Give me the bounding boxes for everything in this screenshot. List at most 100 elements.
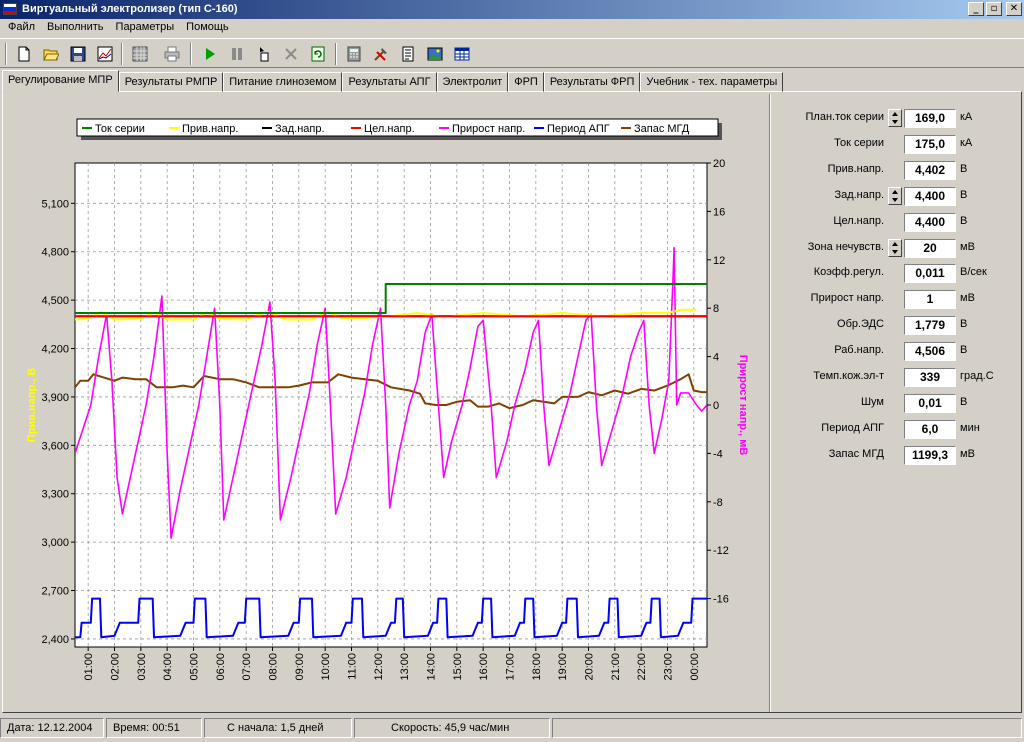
y-axis-label: Прив.напр., В — [26, 368, 38, 442]
landscape-icon[interactable] — [423, 42, 446, 65]
menu-parameters[interactable]: Параметры — [110, 19, 181, 37]
param-value-field[interactable]: 20 — [904, 238, 956, 258]
param-unit: мВ — [960, 447, 975, 460]
calculator-icon[interactable] — [342, 42, 365, 65]
menu-help[interactable]: Помощь — [180, 19, 235, 37]
x-tick-label: 15:00 — [452, 653, 464, 681]
param-unit: град.С — [960, 370, 994, 382]
x-tick-label: 06:00 — [215, 653, 227, 681]
param-row: Ток серии 175,0 кА — [772, 134, 1020, 154]
x-tick-label: 07:00 — [241, 653, 253, 681]
tools-icon[interactable] — [369, 42, 392, 65]
param-row: Коэфф.регул. 0,011 В/сек — [772, 263, 1020, 284]
param-row: Запас МГД 1199,3 мВ — [772, 445, 1020, 465]
open-folder-icon[interactable] — [39, 42, 62, 65]
table-icon[interactable] — [450, 42, 473, 65]
spinner-arrows-icon[interactable] — [888, 238, 902, 257]
pause-icon[interactable] — [225, 42, 248, 65]
param-row: Шум 0,01 В — [772, 393, 1020, 413]
voltage-chart: 2,400 2,700 3,000 3,300 3,600 3,900 4,200 4,500… — [26, 118, 749, 681]
param-value-field[interactable]: 169,0 — [904, 109, 956, 128]
y2-tick-label: -12 — [713, 545, 729, 557]
param-unit: кА — [960, 111, 973, 123]
refresh-icon[interactable] — [306, 42, 329, 65]
status-speed: Скорость: 45,9 час/мин — [354, 718, 550, 738]
window-title: Виртуальный электролизер (тип С-160) — [22, 3, 238, 15]
menu-run[interactable]: Выполнить — [41, 19, 109, 37]
title-bar: Виртуальный электролизер (тип С-160) _ ▫… — [0, 0, 1024, 19]
y2-tick-label: -16 — [713, 594, 729, 606]
x-tick-label: 18:00 — [531, 653, 543, 681]
minimize-button[interactable]: _ — [968, 2, 984, 16]
param-unit: В — [960, 162, 968, 175]
param-unit: В/сек — [960, 266, 987, 279]
play-icon[interactable] — [198, 42, 221, 65]
tab-electrolyte[interactable]: Электролит — [436, 72, 509, 92]
spinner-arrows-icon[interactable] — [888, 186, 902, 205]
param-row: Прирост напр. 1 мВ — [772, 289, 1020, 310]
x-tick-label: 21:00 — [610, 653, 622, 681]
y-tick-label: 4,800 — [41, 247, 69, 259]
param-value-field: 4,506 — [904, 342, 956, 362]
y2-tick-label: -4 — [713, 448, 723, 460]
tab-rmpr-results[interactable]: Результаты РМПР — [118, 72, 224, 92]
tab-alumina-feeding[interactable]: Питание глиноземом — [223, 72, 343, 92]
tab-frp-results[interactable]: Результаты ФРП — [543, 72, 641, 92]
param-row: Цел.напр. 4,400 В — [772, 212, 1020, 232]
param-value-field: 1,779 — [904, 316, 956, 336]
x-tick-label: 01:00 — [83, 653, 95, 681]
x-tick-label: 12:00 — [373, 653, 385, 681]
chart-icon[interactable] — [93, 42, 116, 65]
param-unit: кА — [960, 136, 973, 149]
x-tick-label: 23:00 — [663, 653, 675, 681]
save-disk-icon[interactable] — [66, 42, 89, 65]
x-tick-label: 04:00 — [162, 653, 174, 681]
y-tick-label: 3,900 — [41, 392, 69, 404]
spinner-arrows-icon[interactable] — [888, 109, 902, 127]
x-tick-label: 03:00 — [136, 653, 148, 681]
y-tick-label: 4,200 — [41, 344, 69, 356]
tab-apg-results[interactable]: Результаты АПГ — [342, 72, 437, 92]
param-label: Прив.напр. — [827, 162, 884, 175]
param-label: Запас МГД — [828, 447, 884, 460]
param-value-field: 339 — [904, 368, 956, 387]
param-value-field: 1199,3 — [904, 445, 956, 465]
toolbar — [0, 38, 1024, 68]
russian-flag-icon — [3, 3, 17, 15]
print-icon[interactable] — [160, 42, 183, 65]
param-value-field: 4,400 — [904, 212, 956, 232]
y-tick-label: 2,400 — [41, 634, 69, 646]
param-row: План.ток серии 169,0 кА — [772, 108, 1020, 128]
param-unit: В — [960, 214, 968, 227]
grid-icon[interactable] — [128, 42, 151, 65]
chart-area: 2,400 2,700 3,000 3,300 3,600 3,900 4,200 4,500… — [4, 96, 766, 710]
stop-icon[interactable] — [279, 42, 302, 65]
x-tick-label: 17:00 — [505, 653, 517, 681]
tab-frp[interactable]: ФРП — [508, 72, 544, 92]
y-tick-label: 2,700 — [41, 586, 69, 598]
param-unit: мВ — [960, 240, 975, 253]
y2-tick-label: 0 — [713, 400, 719, 412]
notes-icon[interactable] — [396, 42, 419, 65]
tab-textbook[interactable]: Учебник - тех. параметры — [640, 72, 784, 92]
param-label: Цел.напр. — [833, 214, 884, 227]
x-tick-label: 08:00 — [268, 653, 280, 681]
new-file-icon[interactable] — [12, 42, 35, 65]
param-unit: мин — [960, 421, 980, 434]
x-tick-label: 14:00 — [426, 653, 438, 681]
menu-file[interactable]: Файл — [2, 19, 41, 37]
status-empty — [552, 718, 1022, 738]
param-row: Обр.ЭДС 1,779 В — [772, 315, 1020, 336]
step-icon[interactable] — [252, 42, 275, 65]
param-value-field: 0,01 — [904, 393, 956, 413]
tab-strip: Регулирование МПР Результаты РМПР Питани… — [2, 70, 784, 92]
param-value-field[interactable]: 4,400 — [904, 186, 956, 206]
close-button[interactable]: ✕ — [1006, 2, 1022, 16]
maximize-button[interactable]: ▫ — [986, 2, 1002, 16]
tab-mpr-regulation[interactable]: Регулирование МПР — [2, 70, 119, 92]
x-tick-label: 16:00 — [478, 653, 490, 681]
legend-label: Зад.напр. — [275, 123, 325, 135]
param-label: Ток серии — [834, 136, 884, 149]
y-tick-label: 4,500 — [41, 295, 69, 307]
param-row: Период АПГ 6,0 мин — [772, 419, 1020, 439]
